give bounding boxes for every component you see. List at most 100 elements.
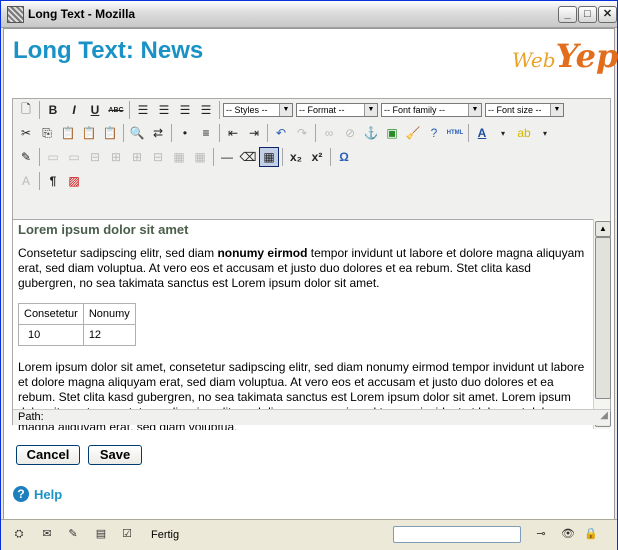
security-icon[interactable]: 👁 bbox=[559, 527, 577, 541]
underline-button[interactable]: U bbox=[85, 100, 105, 120]
align-left-icon[interactable]: ☰ bbox=[133, 100, 153, 120]
window-title: Long Text - Mozilla bbox=[28, 7, 136, 21]
insert-col-after-icon[interactable]: ⊞ bbox=[127, 147, 147, 167]
webyep-logo: WebYep! bbox=[512, 37, 618, 75]
cleanup-icon[interactable]: 🧹 bbox=[403, 123, 423, 143]
merge-cells-icon[interactable]: ▦ bbox=[169, 147, 189, 167]
title-bar: Long Text - Mozilla _ □ ✕ bbox=[1, 1, 617, 28]
styles-select[interactable]: -- Styles -- ▼ bbox=[223, 103, 293, 117]
visual-chars-button[interactable]: ¶ bbox=[43, 171, 63, 191]
subscript-button[interactable]: x₂ bbox=[286, 147, 306, 167]
mail-icon[interactable]: ✉ bbox=[39, 527, 55, 541]
ordered-list-icon[interactable]: ≡ bbox=[196, 123, 216, 143]
editor-scrollbar[interactable]: ▲ ▼ bbox=[593, 219, 611, 429]
save-button[interactable]: Save bbox=[88, 445, 142, 465]
font-size-select[interactable]: -- Font size -- ▼ bbox=[485, 103, 564, 117]
undo-icon[interactable]: ↶ bbox=[271, 123, 291, 143]
navigator-icon[interactable]: ⛭ bbox=[11, 527, 27, 541]
non-breaking-icon[interactable]: ▨ bbox=[64, 171, 84, 191]
table-row: 10 12 bbox=[18, 324, 136, 346]
insert-row-before-icon[interactable]: ▭ bbox=[43, 147, 63, 167]
toolbar-row-4: A ¶ ▨ bbox=[16, 170, 84, 192]
indent-icon[interactable]: ⇥ bbox=[244, 123, 264, 143]
help-icon[interactable]: ? bbox=[424, 123, 444, 143]
superscript-button[interactable]: x² bbox=[307, 147, 327, 167]
image-icon[interactable]: ▣ bbox=[382, 123, 402, 143]
help-label: Help bbox=[34, 486, 63, 502]
bold-button[interactable]: B bbox=[43, 100, 63, 120]
content-heading: Lorem ipsum dolor sit amet bbox=[18, 222, 189, 237]
table-cell: 12 bbox=[82, 324, 136, 346]
link-icon[interactable]: ∞ bbox=[319, 123, 339, 143]
outdent-icon[interactable]: ⇤ bbox=[223, 123, 243, 143]
scroll-up-icon[interactable]: ▲ bbox=[595, 221, 611, 237]
special-char-button[interactable]: Ω bbox=[334, 147, 354, 167]
styleprops-icon[interactable]: A bbox=[16, 171, 36, 191]
toolbar-row-3: ✎ ▭ ▭ ⊟ ⊞ ⊞ ⊟ ▦ ▦ — ⌫ ▦ x₂ x² Ω bbox=[16, 146, 354, 168]
address-book-icon[interactable]: ▤ bbox=[93, 527, 109, 541]
remove-format-icon[interactable]: ⌫ bbox=[238, 147, 258, 167]
italic-button[interactable]: I bbox=[64, 100, 84, 120]
align-justify-icon[interactable]: ☰ bbox=[196, 100, 216, 120]
status-text: Fertig bbox=[151, 529, 180, 541]
redo-icon[interactable]: ↷ bbox=[292, 123, 312, 143]
close-button[interactable]: ✕ bbox=[598, 6, 617, 23]
cancel-button[interactable]: Cancel bbox=[16, 445, 80, 465]
html-source-button[interactable]: HTML bbox=[445, 123, 465, 143]
copy-icon[interactable]: ⎘ bbox=[37, 123, 57, 143]
insert-col-before-icon[interactable]: ⊞ bbox=[106, 147, 126, 167]
help-link[interactable]: ? Help bbox=[13, 486, 62, 502]
editor-content[interactable]: Lorem ipsum dolor sit amet Consetetur sa… bbox=[13, 219, 593, 430]
find-icon[interactable]: 🔍 bbox=[127, 123, 147, 143]
delete-row-icon[interactable]: ⊟ bbox=[85, 147, 105, 167]
path-bar: Path: ◢ bbox=[13, 409, 610, 425]
table-cell: Nonumy bbox=[82, 303, 136, 325]
font-family-select[interactable]: -- Font family -- ▼ bbox=[381, 103, 482, 117]
text-color-icon[interactable]: A bbox=[472, 123, 492, 143]
text-color-dropdown[interactable]: ▾ bbox=[493, 123, 513, 143]
replace-icon[interactable]: ⇄ bbox=[148, 123, 168, 143]
unlink-icon[interactable]: ⊘ bbox=[340, 123, 360, 143]
path-label: Path: bbox=[18, 411, 44, 423]
table-cell: Consetetur bbox=[18, 303, 84, 325]
maximize-button[interactable]: □ bbox=[578, 6, 597, 23]
horizontal-rule-icon[interactable]: — bbox=[217, 147, 237, 167]
align-center-icon[interactable]: ☰ bbox=[154, 100, 174, 120]
unordered-list-icon[interactable]: • bbox=[175, 123, 195, 143]
insert-table-icon[interactable]: ▦ bbox=[259, 147, 279, 167]
new-document-icon[interactable]: 🗋 bbox=[16, 100, 36, 120]
minimize-button[interactable]: _ bbox=[558, 6, 577, 23]
split-cells-icon[interactable]: ▦ bbox=[190, 147, 210, 167]
background-color-icon[interactable]: ab bbox=[514, 123, 534, 143]
strikethrough-button[interactable]: ABC bbox=[106, 100, 126, 120]
align-right-icon[interactable]: ☰ bbox=[175, 100, 195, 120]
toolbar-row-2: ✂ ⎘ 📋 📋 📋 🔍 ⇄ • ≡ ⇤ ⇥ ↶ ↷ ∞ ⊘ ⚓ ▣ 🧹 ? HT… bbox=[16, 122, 555, 144]
resize-grip-icon[interactable]: ◢ bbox=[600, 410, 608, 421]
delete-col-icon[interactable]: ⊟ bbox=[148, 147, 168, 167]
lock-icon[interactable]: 🔒 bbox=[583, 527, 599, 541]
paste-icon[interactable]: 📋 bbox=[58, 123, 78, 143]
table-cell: 10 bbox=[18, 324, 84, 346]
question-icon: ? bbox=[13, 486, 29, 502]
paste-word-icon[interactable]: 📋 bbox=[100, 123, 120, 143]
page-content: Long Text: News WebYep! 🗋 B I U ABC ☰ ☰ … bbox=[3, 28, 618, 520]
composer-icon[interactable]: ✎ bbox=[65, 527, 81, 541]
page-title: Long Text: News bbox=[13, 37, 204, 64]
scroll-thumb[interactable] bbox=[595, 237, 611, 399]
progress-field bbox=[393, 526, 521, 543]
anchor-icon[interactable]: ⚓ bbox=[361, 123, 381, 143]
paste-text-icon[interactable]: 📋 bbox=[79, 123, 99, 143]
browser-window: Long Text - Mozilla _ □ ✕ Long Text: New… bbox=[0, 0, 618, 550]
background-color-dropdown[interactable]: ▾ bbox=[535, 123, 555, 143]
content-table: Consetetur Nonumy 10 12 bbox=[18, 303, 136, 346]
chat-icon[interactable]: ☑ bbox=[119, 527, 135, 541]
cut-icon[interactable]: ✂ bbox=[16, 123, 36, 143]
toolbar-row-1: 🗋 B I U ABC ☰ ☰ ☰ ☰ -- Styles -- ▼ -- For… bbox=[16, 99, 566, 121]
edit-icon[interactable]: ✎ bbox=[16, 147, 36, 167]
table-row: Consetetur Nonumy bbox=[18, 303, 136, 325]
online-status-icon[interactable]: ⊸ bbox=[531, 527, 551, 541]
status-bar: ⛭ ✉ ✎ ▤ ☑ Fertig ⊸ 👁 🔒 bbox=[1, 519, 617, 550]
insert-row-after-icon[interactable]: ▭ bbox=[64, 147, 84, 167]
rich-text-editor: 🗋 B I U ABC ☰ ☰ ☰ ☰ -- Styles -- ▼ -- For… bbox=[12, 98, 611, 430]
format-select[interactable]: -- Format -- ▼ bbox=[296, 103, 378, 117]
